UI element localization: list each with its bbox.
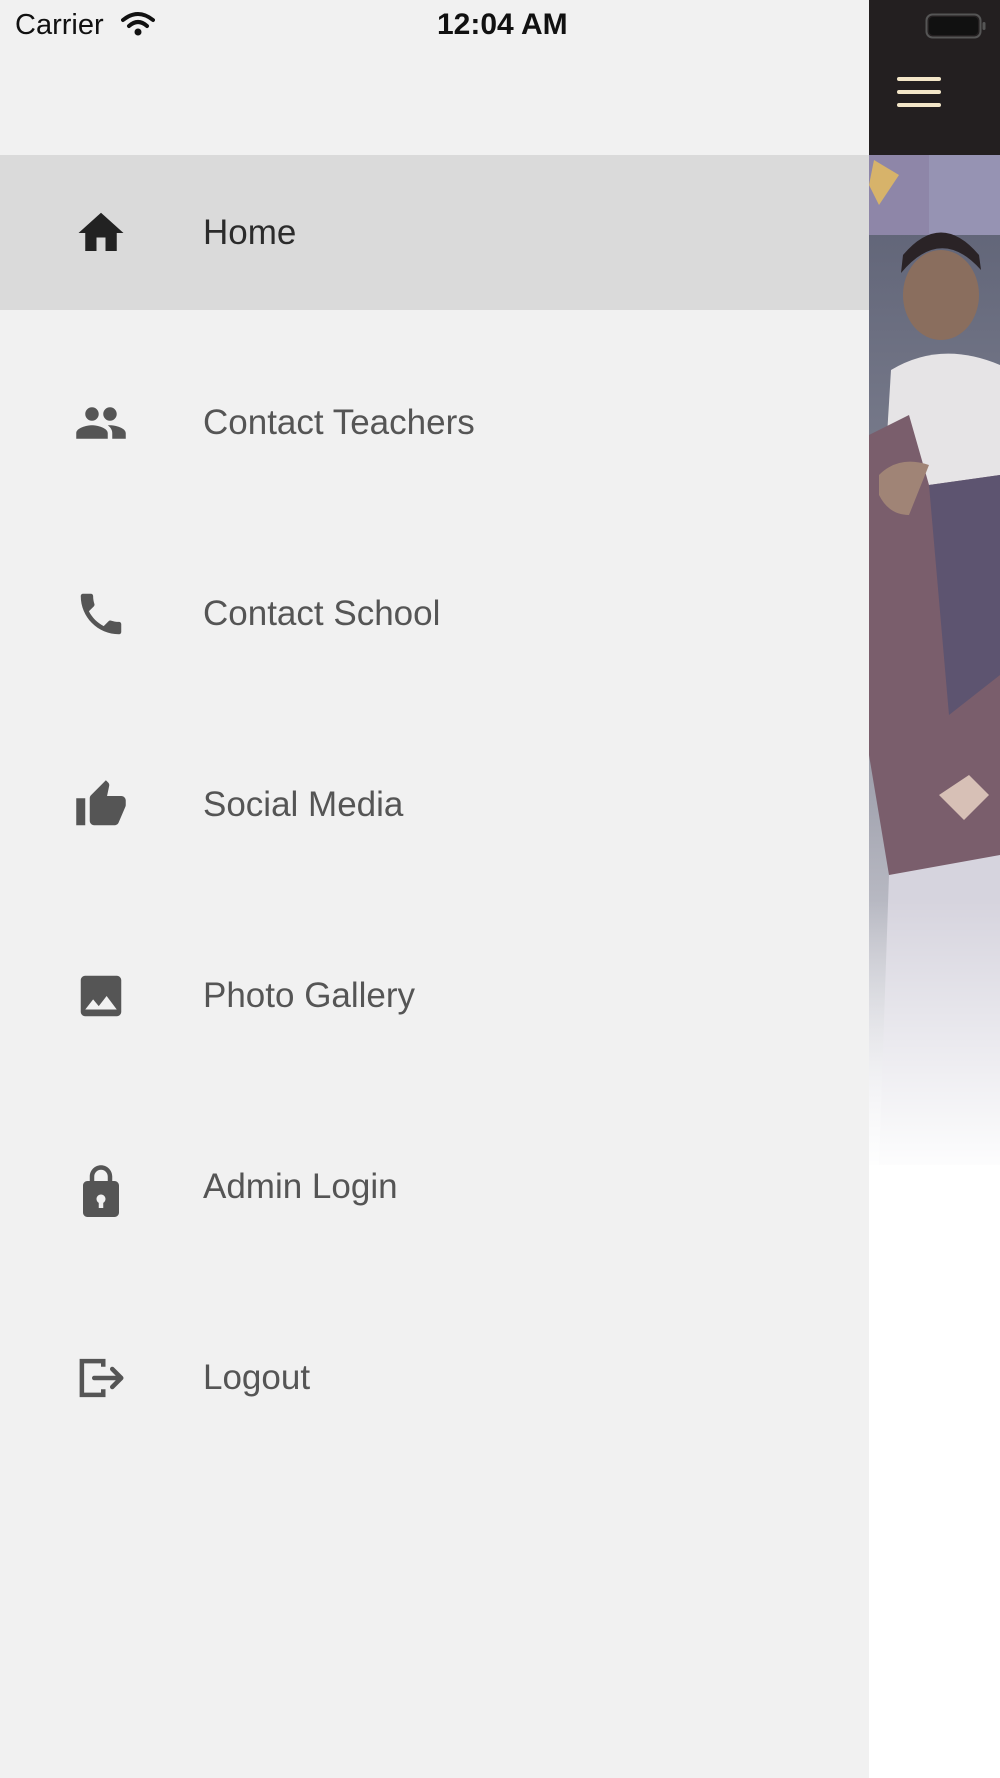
status-time: 12:04 AM — [437, 8, 568, 41]
carrier-label: Carrier — [15, 9, 104, 41]
menu-item-label: Contact Teachers — [203, 402, 475, 442]
menu-item-photo-gallery[interactable]: Photo Gallery — [0, 918, 869, 1073]
battery-icon — [925, 13, 987, 44]
status-bar: Carrier 12:04 AM — [0, 0, 1000, 50]
menu-item-admin-login[interactable]: Admin Login — [0, 1109, 869, 1264]
navigation-drawer: Home Contact Teachers Contact School Soc… — [0, 0, 869, 1778]
logout-icon — [74, 1351, 128, 1405]
lock-icon — [74, 1160, 128, 1217]
menu-item-social-media[interactable]: Social Media — [0, 727, 869, 882]
menu-item-label: Social Media — [203, 784, 404, 824]
hamburger-menu-icon[interactable] — [897, 77, 943, 111]
home-icon — [74, 206, 128, 260]
menu-item-home[interactable]: Home — [0, 155, 869, 310]
people-icon — [74, 396, 128, 450]
photo-fade — [869, 900, 1000, 1180]
menu-item-label: Home — [203, 212, 297, 252]
thumbs-up-icon — [74, 778, 128, 832]
phone-icon — [74, 587, 128, 641]
menu-item-label: Logout — [203, 1357, 311, 1397]
menu-item-contact-school[interactable]: Contact School — [0, 536, 869, 691]
menu-item-label: Admin Login — [203, 1166, 398, 1206]
menu-item-contact-teachers[interactable]: Contact Teachers — [0, 345, 869, 500]
wifi-icon — [121, 11, 155, 42]
menu-item-label: Photo Gallery — [203, 975, 416, 1015]
menu-item-label: Contact School — [203, 593, 441, 633]
menu-item-logout[interactable]: Logout — [0, 1300, 869, 1455]
image-icon — [74, 969, 128, 1023]
